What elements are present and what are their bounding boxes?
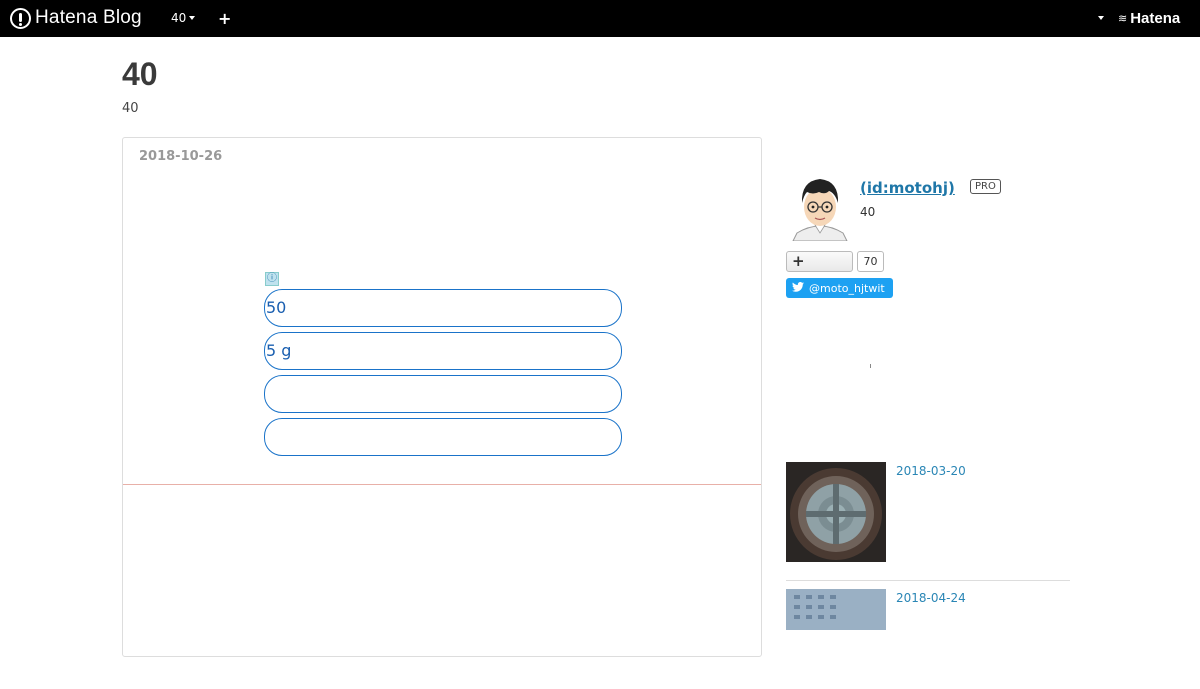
option-button[interactable]	[264, 418, 622, 456]
option-button[interactable]: 50	[264, 289, 622, 327]
add-entry-button[interactable]: +	[218, 9, 231, 28]
blog-select-label: 40	[171, 11, 187, 25]
hatena-brand-text: Hatena	[1130, 10, 1181, 27]
logo-text: Hatena Blog	[35, 7, 142, 28]
decorative-dot	[870, 364, 871, 368]
article-date[interactable]: 2018-10-26	[139, 149, 222, 164]
blog-title[interactable]: 40	[122, 56, 158, 93]
hatena-blog-logo[interactable]: Hatena Blog	[10, 7, 142, 29]
option-button[interactable]: 5 g	[264, 332, 622, 370]
entry-thumbnail[interactable]	[786, 589, 886, 689]
option-button[interactable]	[264, 375, 622, 413]
article-divider	[123, 484, 761, 485]
author-description: 40	[860, 205, 876, 219]
author-link[interactable]: (id:motohj)	[860, 179, 955, 197]
twitter-follow-button[interactable]: @moto_hjtwit	[786, 278, 893, 298]
twitter-follow-label: @moto_hjtwit	[809, 281, 885, 295]
blog-select-dropdown[interactable]: 40	[171, 11, 196, 25]
blog-description: 40	[122, 101, 139, 116]
hatena-mark-icon: ≋	[1118, 13, 1128, 25]
entry-separator	[786, 580, 1070, 581]
twitter-bird-icon	[792, 281, 804, 295]
caret-down-icon	[189, 16, 196, 20]
hatena-blog-logo-icon	[10, 7, 31, 29]
info-icon[interactable]: ⓘ	[265, 272, 279, 286]
article: 2018-10-26 ⓘ 50 5 g	[122, 137, 762, 657]
pro-badge: PRO	[970, 179, 1001, 194]
avatar[interactable]	[789, 173, 851, 242]
entry-thumbnail[interactable]	[786, 462, 886, 562]
top-bar: Hatena Blog 40 + ≋ Hatena	[0, 0, 1200, 37]
subscriber-count[interactable]: 70	[857, 251, 884, 272]
entry-date[interactable]: 2018-04-24	[896, 591, 966, 605]
entry-date[interactable]: 2018-03-20	[896, 464, 966, 478]
account-menu-caret-icon[interactable]	[1098, 16, 1104, 20]
hatena-brand-link[interactable]: ≋ Hatena	[1118, 10, 1180, 27]
subscribe-button[interactable]: +	[786, 251, 853, 272]
